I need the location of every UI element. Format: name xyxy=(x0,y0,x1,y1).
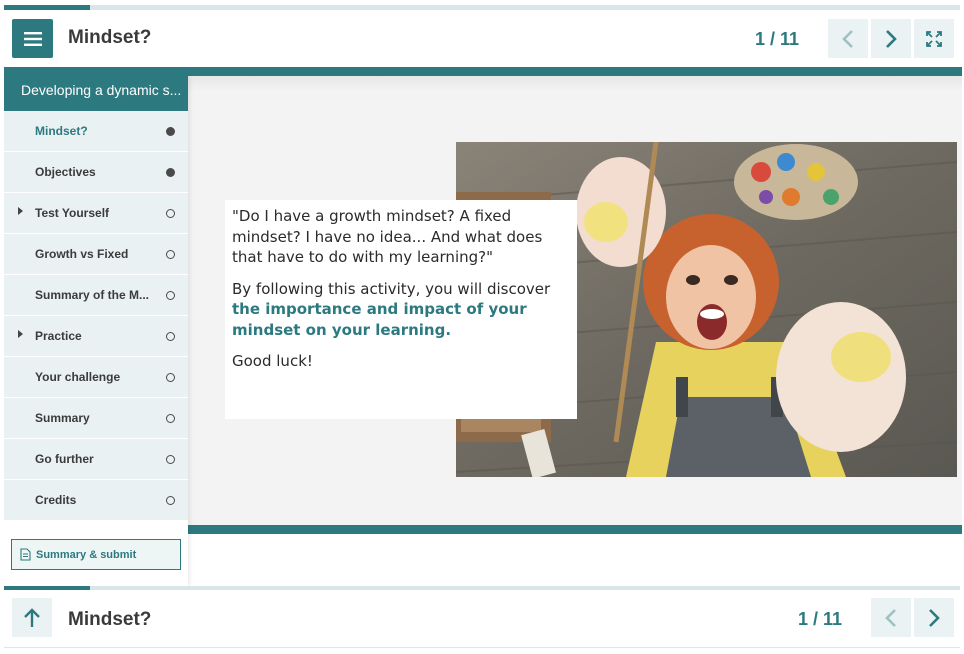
sidebar-item[interactable]: Summary xyxy=(4,398,188,439)
page-counter: 1 / 11 xyxy=(755,29,800,49)
highlight-text: the importance and impact of your mindse… xyxy=(232,300,527,339)
fullscreen-button[interactable] xyxy=(914,19,954,58)
footer-title: Mindset? xyxy=(68,609,152,630)
pending-circle-icon xyxy=(166,455,175,464)
summary-submit-label: Summary & submit xyxy=(36,548,137,561)
sidebar-item[interactable]: Go further xyxy=(4,439,188,480)
arrow-up-icon xyxy=(24,607,40,627)
summary-submit-button[interactable]: Summary & submit xyxy=(11,539,181,570)
intro-text: By following this activity, you will dis… xyxy=(232,279,551,298)
hamburger-icon xyxy=(23,31,42,46)
sidebar-item-label: Test Yourself xyxy=(35,206,110,220)
closing-text: Good luck! xyxy=(232,352,313,370)
caret-right-icon xyxy=(18,330,23,338)
sidebar-item-label: Summary of the M... xyxy=(35,288,150,302)
pending-circle-icon xyxy=(166,250,175,259)
sidebar-item-label: Objectives xyxy=(35,165,96,179)
pending-circle-icon xyxy=(166,414,175,423)
sidebar-item-label: Mindset? xyxy=(35,124,88,138)
chevron-right-icon xyxy=(886,29,897,48)
sidebar-menu: Mindset? Objectives Test Yourself Growth vs… xyxy=(4,111,188,521)
pending-circle-icon xyxy=(166,291,175,300)
sidebar-item-label: Go further xyxy=(35,452,94,466)
sidebar-item-label: Summary xyxy=(35,411,90,425)
pending-circle-icon xyxy=(166,209,175,218)
sidebar-item[interactable]: Test Yourself xyxy=(4,193,188,234)
sidebar-item-label: Your challenge xyxy=(35,370,121,384)
chevron-left-icon xyxy=(842,29,853,48)
caret-right-icon xyxy=(18,207,23,215)
chevron-left-icon xyxy=(885,608,896,627)
quote-text: "Do I have a growth mindset? A fixed min… xyxy=(232,207,543,266)
sidebar-item[interactable]: Credits xyxy=(4,480,188,521)
sidebar-item[interactable]: Growth vs Fixed xyxy=(4,234,188,275)
footer-previous-button[interactable] xyxy=(871,598,911,637)
sidebar-item-label: Practice xyxy=(35,329,82,343)
previous-button[interactable] xyxy=(828,19,868,58)
footer-page-counter: 1 / 11 xyxy=(798,609,843,629)
menu-button[interactable] xyxy=(12,19,53,58)
sidebar-item[interactable]: Mindset? xyxy=(4,111,188,152)
intro-paragraph: By following this activity, you will dis… xyxy=(232,279,570,341)
page-title: Mindset? xyxy=(68,27,152,48)
sidebar-item-label: Credits xyxy=(35,493,77,507)
sidebar-item[interactable]: Your challenge xyxy=(4,357,188,398)
sidebar: Developing a dynamic s... Mindset? Object… xyxy=(4,75,188,586)
sidebar-item[interactable]: Practice xyxy=(4,316,188,357)
sidebar-item-label: Growth vs Fixed xyxy=(35,247,129,261)
scroll-top-button[interactable] xyxy=(12,598,52,637)
next-button[interactable] xyxy=(871,19,911,58)
completed-dot-icon xyxy=(166,168,175,177)
footer-next-button[interactable] xyxy=(914,598,954,637)
document-icon xyxy=(20,548,31,561)
intro-text-card: "Do I have a growth mindset? A fixed min… xyxy=(225,200,577,419)
content-area: "Do I have a growth mindset? A fixed min… xyxy=(188,76,962,525)
pending-circle-icon xyxy=(166,496,175,505)
header: Mindset? 1 / 11 xyxy=(4,10,960,67)
content-shade xyxy=(188,76,962,92)
pending-circle-icon xyxy=(166,332,175,341)
content-bottom-divider xyxy=(188,525,962,534)
module-title[interactable]: Developing a dynamic s... xyxy=(4,75,188,111)
completed-dot-icon xyxy=(166,127,175,136)
footer: Mindset? 1 / 11 xyxy=(4,590,960,648)
sidebar-item[interactable]: Summary of the M... xyxy=(4,275,188,316)
expand-icon xyxy=(926,30,942,47)
pending-circle-icon xyxy=(166,373,175,382)
sidebar-item[interactable]: Objectives xyxy=(4,152,188,193)
chevron-right-icon xyxy=(929,608,940,627)
